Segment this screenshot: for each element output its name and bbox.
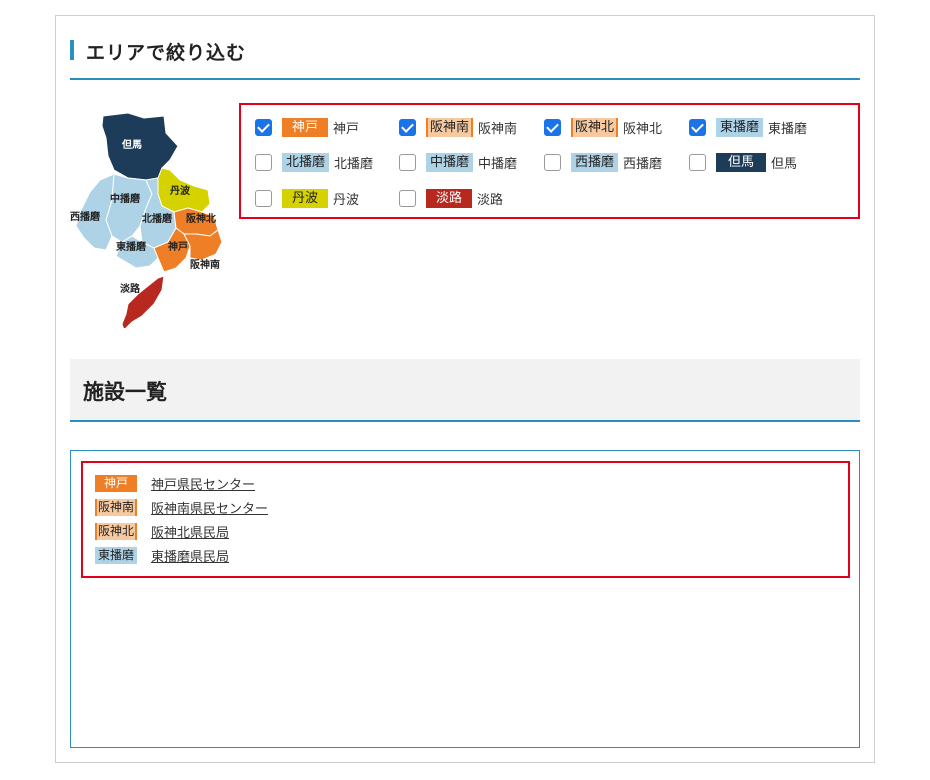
content-frame: エリアで絞り込む 但馬 丹波 中播磨 西播磨 北播磨 阪神北 東播磨 神戸 阪神… xyxy=(55,15,875,763)
filter-label-hanshinkita: 阪神北 xyxy=(623,121,663,137)
list-item: 神戸 神戸県民センター xyxy=(95,474,255,493)
area-tag-hanshinminami-text: 阪神南 xyxy=(428,117,472,137)
filter-label-kitaharima: 北播磨 xyxy=(334,156,374,172)
facility-area-tag-text: 阪神南 xyxy=(97,498,136,516)
filter-label-tajima: 但馬 xyxy=(771,156,798,172)
map-label-nakaharima: 中播磨 xyxy=(110,192,141,205)
area-section-title: エリアで絞り込む xyxy=(86,42,247,64)
area-tag-hanshinkita-text: 阪神北 xyxy=(573,117,617,137)
map-label-hanshinminami: 阪神南 xyxy=(190,258,220,271)
filter-label-hanshinminami: 阪神南 xyxy=(478,121,518,137)
filter-item-kobe[interactable]: 神戸 神戸 xyxy=(255,117,359,137)
filter-item-nakaharima[interactable]: 中播磨 中播磨 xyxy=(399,152,517,172)
filter-label-tamba: 丹波 xyxy=(333,192,360,208)
filter-checkbox-hanshinminami[interactable] xyxy=(399,118,416,136)
filter-checkbox-hanshinkita[interactable] xyxy=(544,118,561,136)
facility-section-title: 施設一覧 xyxy=(83,380,167,404)
filter-checkbox-tajima[interactable] xyxy=(689,153,706,171)
area-tag-tajima: 但馬 xyxy=(716,152,767,172)
facility-area-tag-text: 阪神北 xyxy=(97,522,136,540)
map-label-tamba: 丹波 xyxy=(170,184,191,197)
map-region-hanshinminami[interactable] xyxy=(183,229,223,261)
area-tag-kitaharima: 北播磨 xyxy=(282,152,330,172)
filter-item-higashiharima[interactable]: 東播磨 東播磨 xyxy=(689,117,807,137)
heading-accent-bar xyxy=(70,40,74,60)
map-label-kobe: 神戸 xyxy=(168,240,188,253)
area-tag-nishiharima: 西播磨 xyxy=(571,152,619,172)
filter-checkbox-kitaharima[interactable] xyxy=(255,153,272,171)
area-tag-kobe: 神戸 xyxy=(282,117,329,137)
facility-area-tag: 阪神北 xyxy=(95,522,138,540)
filter-item-hanshinminami[interactable]: 阪神南 阪神南 xyxy=(399,117,517,137)
map-label-kitaharima: 北播磨 xyxy=(142,212,173,225)
facility-list: 神戸 神戸県民センター 阪神南 阪神南県民センター 阪神北 阪神北県民局 東播磨… xyxy=(81,461,850,578)
facility-link[interactable]: 阪神北県民局 xyxy=(151,522,229,541)
list-item: 阪神北 阪神北県民局 xyxy=(95,522,229,541)
filter-checkbox-nishiharima[interactable] xyxy=(544,153,561,171)
hyogo-area-map: 但馬 丹波 中播磨 西播磨 北播磨 阪神北 東播磨 神戸 阪神南 淡路 xyxy=(70,112,223,328)
area-tag-tamba: 丹波 xyxy=(282,188,329,208)
filter-checkbox-tamba[interactable] xyxy=(255,189,272,207)
filter-item-tamba[interactable]: 丹波 丹波 xyxy=(255,188,359,208)
area-tag-higashiharima: 東播磨 xyxy=(716,117,764,137)
map-label-hanshinkita: 阪神北 xyxy=(186,212,216,225)
filter-checkbox-kobe[interactable] xyxy=(255,118,272,136)
filter-checkbox-awaji[interactable] xyxy=(399,189,416,207)
area-tag-awaji: 淡路 xyxy=(426,188,473,208)
facility-link[interactable]: 神戸県民センター xyxy=(151,474,255,493)
filter-item-nishiharima[interactable]: 西播磨 西播磨 xyxy=(544,152,662,172)
list-item: 東播磨 東播磨県民局 xyxy=(95,546,229,565)
facility-area-tag: 東播磨 xyxy=(95,546,138,564)
filter-label-awaji: 淡路 xyxy=(477,192,504,208)
filter-item-kitaharima[interactable]: 北播磨 北播磨 xyxy=(255,152,373,172)
map-label-nishiharima: 西播磨 xyxy=(70,210,101,223)
list-item: 阪神南 阪神南県民センター xyxy=(95,498,268,517)
area-tag-hanshinkita: 阪神北 xyxy=(571,117,619,137)
filter-item-awaji[interactable]: 淡路 淡路 xyxy=(399,188,503,208)
filter-label-nakaharima: 中播磨 xyxy=(478,156,518,172)
facility-link[interactable]: 阪神南県民センター xyxy=(151,498,268,517)
area-section-heading: エリアで絞り込む xyxy=(70,38,860,80)
facility-link[interactable]: 東播磨県民局 xyxy=(151,546,229,565)
facility-area-tag: 神戸 xyxy=(95,474,138,492)
filter-checkbox-higashiharima[interactable] xyxy=(689,118,706,136)
filter-label-higashiharima: 東播磨 xyxy=(768,121,808,137)
filter-item-hanshinkita[interactable]: 阪神北 阪神北 xyxy=(544,117,662,137)
facility-section-heading: 施設一覧 xyxy=(70,359,860,422)
area-tag-hanshinminami: 阪神南 xyxy=(426,117,474,137)
facility-area-tag: 阪神南 xyxy=(95,498,138,516)
filter-label-kobe: 神戸 xyxy=(333,121,360,137)
filter-item-tajima[interactable]: 但馬 但馬 xyxy=(689,152,797,172)
area-filter-panel: 神戸 神戸 阪神南 阪神南 阪神北 阪神北 東播磨 東播磨 北播磨 北播磨 中播… xyxy=(239,103,860,219)
filter-checkbox-nakaharima[interactable] xyxy=(399,153,416,171)
facility-list-panel: 神戸 神戸県民センター 阪神南 阪神南県民センター 阪神北 阪神北県民局 東播磨… xyxy=(70,450,860,748)
area-tag-nakaharima: 中播磨 xyxy=(426,152,474,172)
map-label-higashiharima: 東播磨 xyxy=(116,240,147,253)
map-label-tajima: 但馬 xyxy=(121,138,142,151)
map-label-awaji: 淡路 xyxy=(120,282,141,295)
filter-label-nishiharima: 西播磨 xyxy=(623,156,663,172)
